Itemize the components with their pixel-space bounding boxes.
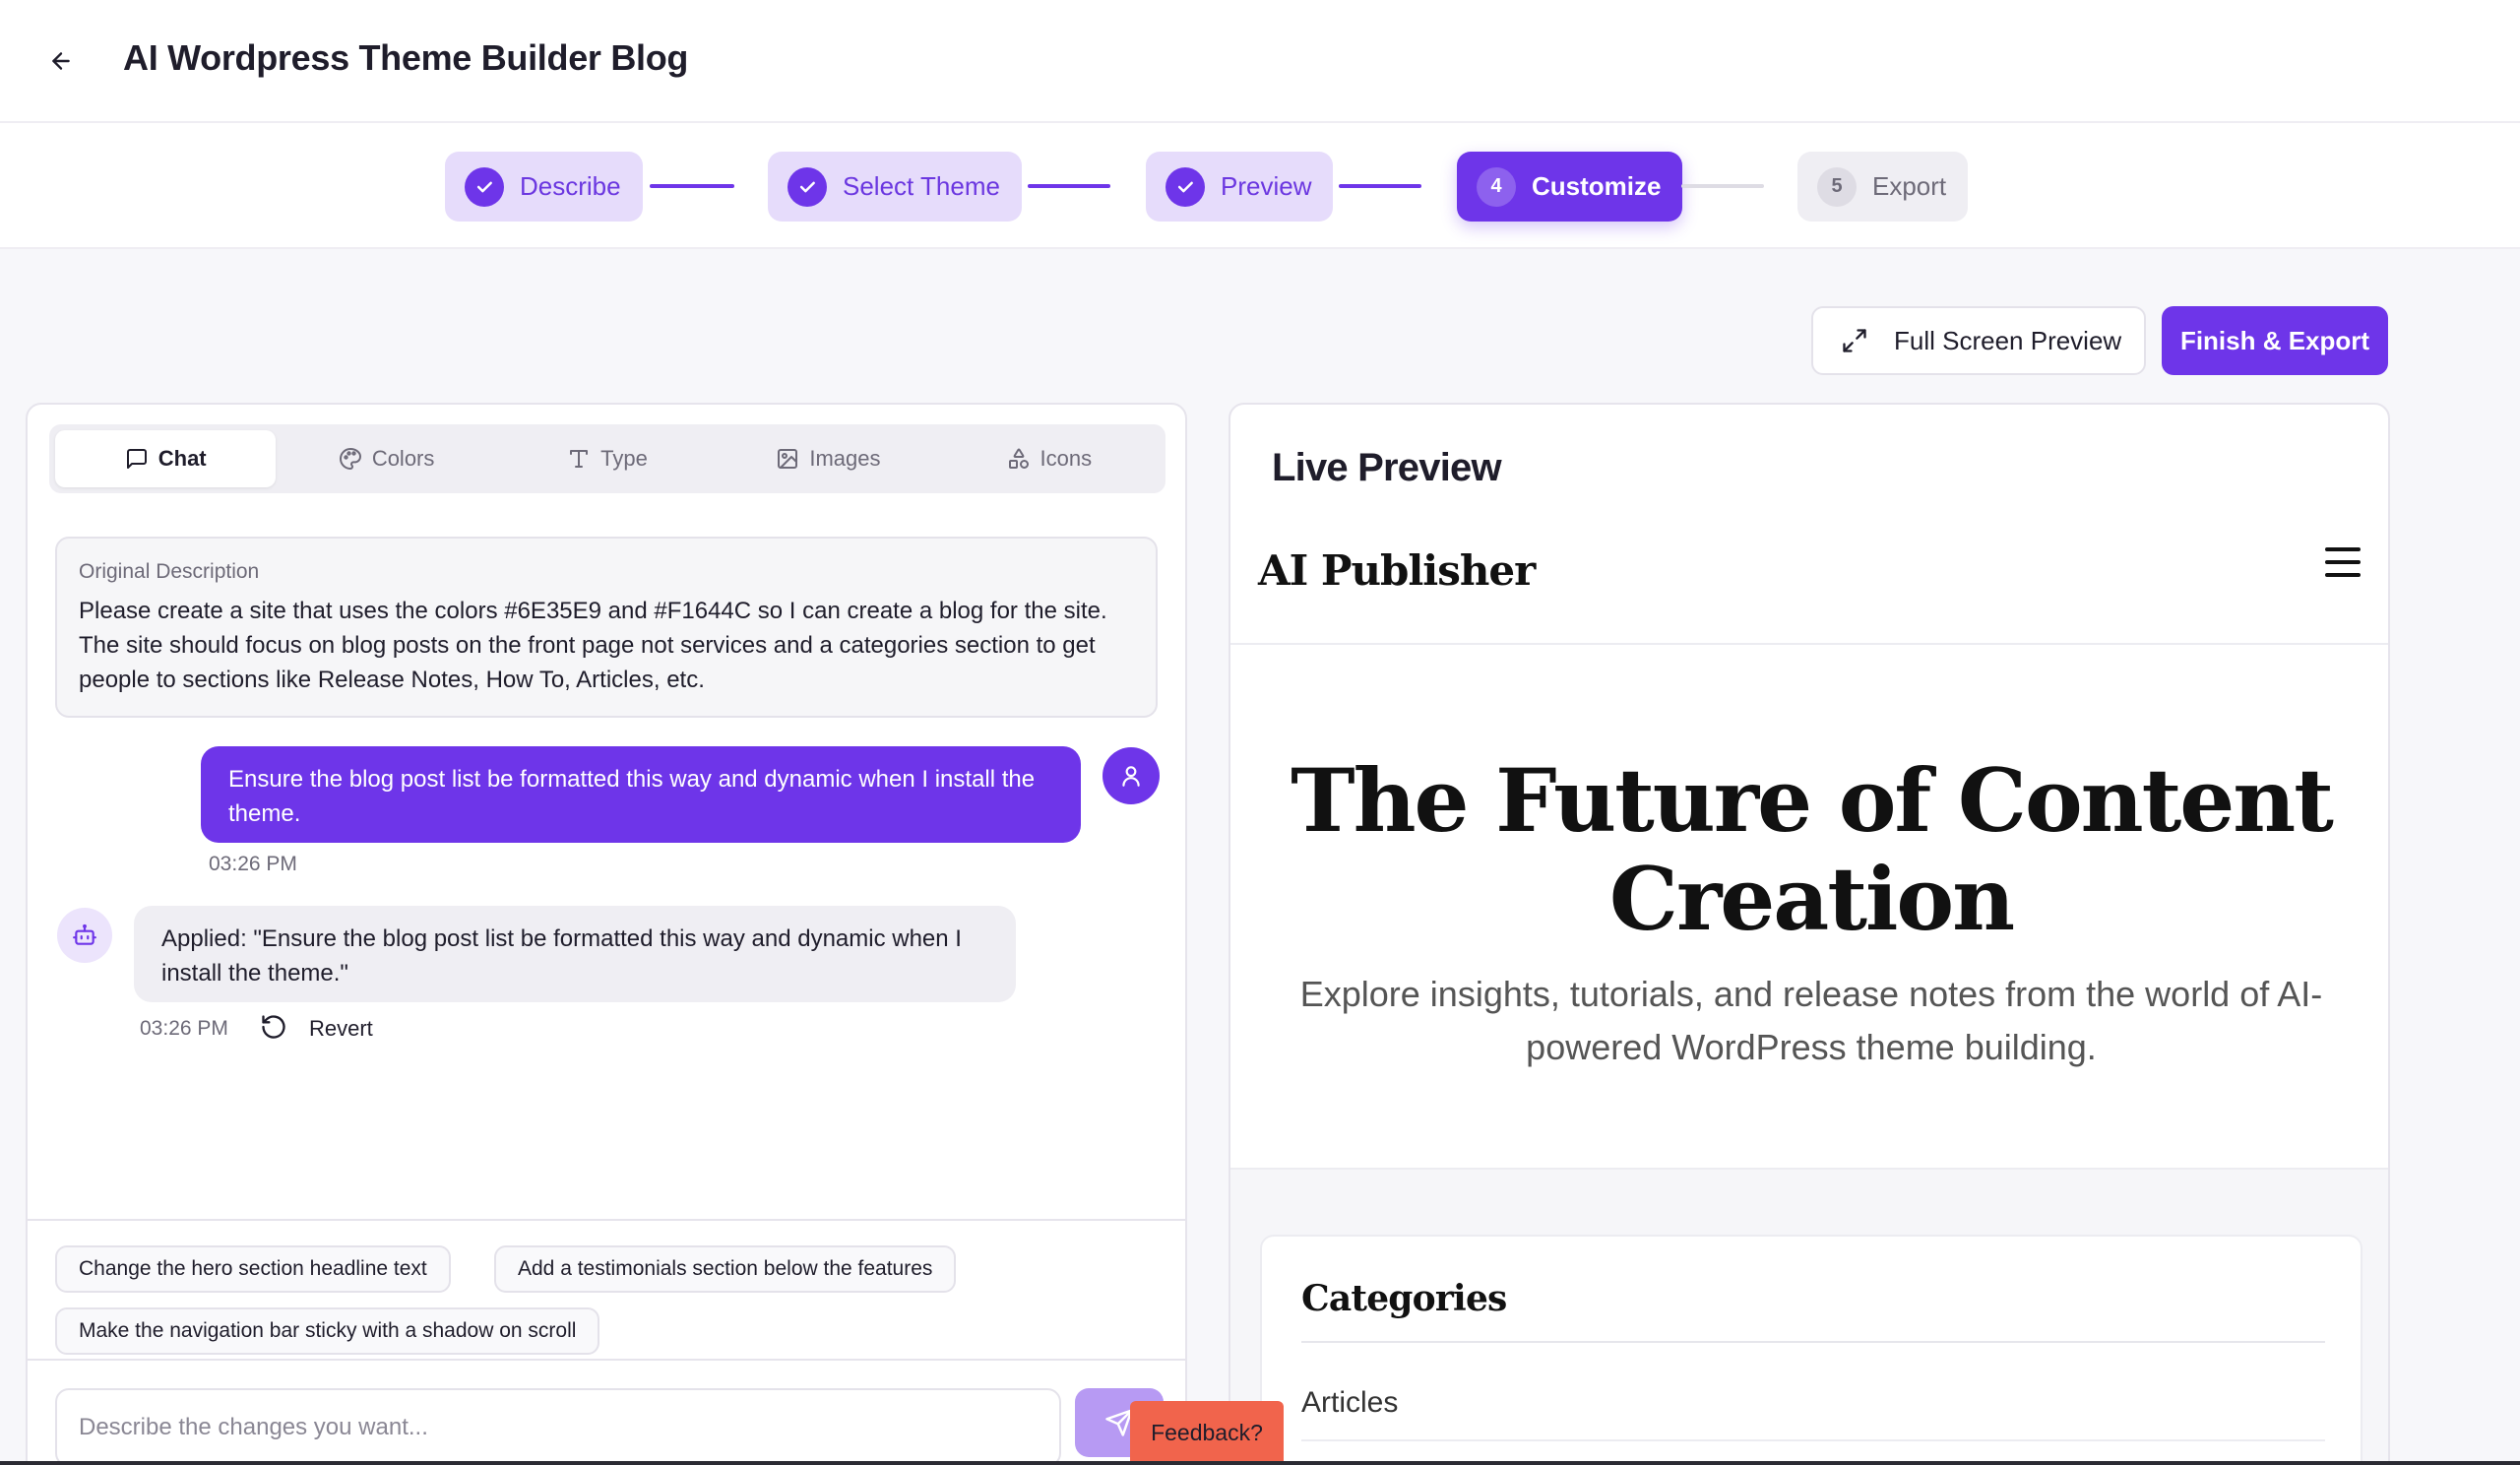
full-screen-preview-label: Full Screen Preview [1894,325,2122,355]
check-icon [788,166,827,207]
palette-icon [339,447,362,471]
step-label: Preview [1221,171,1312,201]
type-icon [567,447,591,471]
editor-panel: Chat Colors Type Images Icons Original D… [26,403,1187,1465]
suggestion-chip[interactable]: Make the navigation bar sticky with a sh… [55,1307,600,1355]
divider [1301,1439,2325,1441]
chat-bubble-icon [125,447,149,471]
preview-category-item[interactable]: Articles [1301,1386,1398,1420]
preview-categories-card: Categories Articles [1260,1235,2362,1463]
preview-hero-title: The Future of Content Creation [1291,749,2334,950]
top-bar: AI Wordpress Theme Builder Blog [0,0,2520,123]
preview-site-header: AI Publisher [1230,503,2388,645]
original-description-text: Please create a site that uses the color… [79,598,1107,693]
preview-site-brand[interactable]: AI Publisher [1258,546,1536,595]
check-icon [465,166,504,207]
finish-export-button[interactable]: Finish & Export [2162,306,2388,375]
user-avatar [1102,747,1160,804]
bot-icon [72,923,97,948]
page-title: AI Wordpress Theme Builder Blog [123,37,689,78]
divider [1301,1341,2325,1343]
step-export[interactable]: 5 Export [1797,152,1969,222]
chat-input[interactable] [55,1388,1061,1463]
tab-colors[interactable]: Colors [276,430,496,487]
back-button[interactable] [39,39,83,83]
suggestion-chip[interactable]: Change the hero section headline text [55,1245,451,1293]
check-icon [1166,166,1205,207]
step-customize[interactable]: 4 Customize [1457,152,1683,222]
step-label: Select Theme [843,171,1000,201]
tab-icons[interactable]: Icons [939,430,1160,487]
user-icon [1118,763,1144,789]
live-preview-title: Live Preview [1272,446,1502,489]
step-label: Describe [520,171,621,201]
step-connector [1681,184,1764,188]
assistant-message-time: 03:26 PM [140,1017,228,1040]
suggestion-chip[interactable]: Add a testimonials section below the fea… [494,1245,957,1293]
step-preview[interactable]: Preview [1146,152,1334,222]
step-select-theme[interactable]: Select Theme [768,152,1022,222]
shapes-icon [1007,447,1031,471]
step-label: Customize [1532,171,1662,201]
expand-icon [1841,327,1868,354]
window-bottom-edge [0,1461,2520,1465]
assistant-message: Applied: "Ensure the blog post list be f… [134,906,1016,1002]
tab-label: Icons [1040,446,1093,471]
tab-label: Images [809,446,881,471]
menu-icon[interactable] [2323,542,2362,582]
tab-label: Chat [158,446,207,471]
live-preview-panel: Live Preview AI Publisher The Future of … [1228,403,2390,1465]
step-connector [1339,184,1421,188]
step-describe[interactable]: Describe [445,152,643,222]
tab-chat[interactable]: Chat [55,430,277,487]
preview-categories-title: Categories [1301,1278,1507,1319]
feedback-button[interactable]: Feedback? [1130,1401,1284,1465]
tab-label: Type [600,446,648,471]
image-icon [776,447,799,471]
step-number: 5 [1817,166,1857,207]
revert-button[interactable]: Revert [309,1016,373,1042]
preview-hero-section: The Future of Content Creation Explore i… [1230,645,2388,1170]
preview-hero-subtitle: Explore insights, tutorials, and release… [1299,974,2323,1067]
tab-type[interactable]: Type [497,430,718,487]
original-description-card: Original Description Please create a sit… [55,537,1158,718]
suggestions-area: Change the hero section headline text Ad… [28,1219,1185,1359]
progress-stepper: Describe Select Theme Preview 4 Customiz… [0,123,2520,249]
editor-tabs: Chat Colors Type Images Icons [49,424,1166,493]
undo-icon[interactable] [260,1013,287,1041]
full-screen-preview-button[interactable]: Full Screen Preview [1811,306,2146,375]
chat-input-area [28,1359,1185,1463]
step-connector [1028,184,1110,188]
step-label: Export [1872,171,1947,201]
step-number: 4 [1477,166,1516,207]
arrow-left-icon [48,48,74,74]
tab-images[interactable]: Images [718,430,938,487]
user-message: Ensure the blog post list be formatted t… [201,746,1081,843]
bot-avatar [57,908,112,963]
tab-label: Colors [371,446,435,471]
preview-body: Categories Articles [1230,1170,2388,1463]
step-connector [650,184,734,188]
user-message-time: 03:26 PM [209,853,297,875]
original-description-label: Original Description [79,560,260,583]
